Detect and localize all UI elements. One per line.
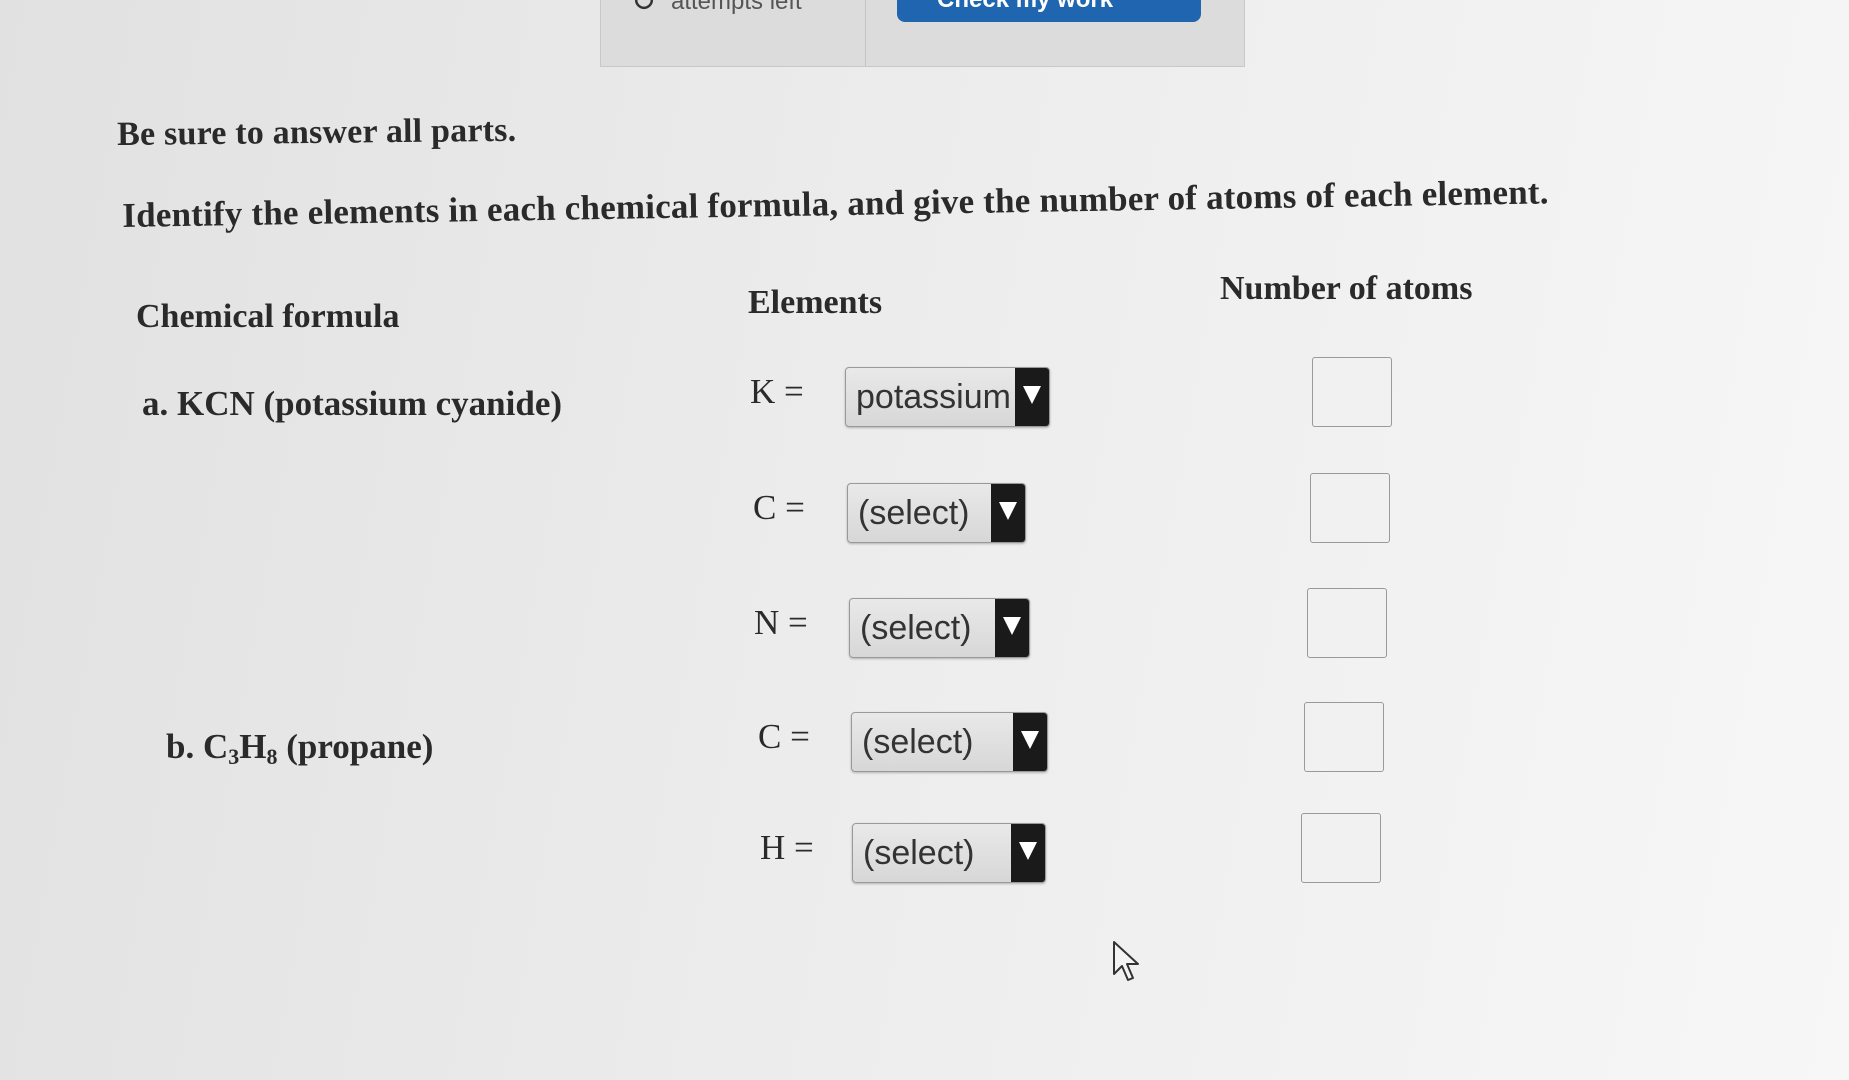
element-select-k-value: potassium [856, 378, 1011, 416]
element-select-n[interactable]: (select) [849, 598, 1030, 658]
formula-b-suffix: (propane) [277, 727, 434, 766]
retry-icon: ↻ [631, 0, 657, 19]
element-symbol-k: K = [750, 372, 804, 411]
element-select-h-value: (select) [863, 834, 975, 872]
formula-b-prefix: b. C [166, 727, 229, 766]
chevron-down-icon [995, 599, 1029, 657]
chevron-down-icon [1011, 824, 1045, 882]
column-header-atoms: Number of atoms [1220, 270, 1473, 307]
formula-b-subscript-hydrogen: 8 [266, 744, 278, 769]
formula-b-label: b. C3H8 (propane) [166, 727, 433, 770]
element-select-h[interactable]: (select) [852, 823, 1046, 883]
element-select-c-propane[interactable]: (select) [851, 712, 1048, 772]
check-my-work-label: Check my work [937, 0, 1113, 14]
element-select-c-propane-value: (select) [862, 723, 974, 761]
mouse-pointer-icon [1113, 941, 1139, 981]
formula-a-label: a. KCN (potassium cyanide) [142, 384, 563, 423]
element-select-n-value: (select) [860, 609, 972, 647]
atoms-input-h[interactable] [1301, 813, 1381, 883]
element-select-k[interactable]: potassium [845, 367, 1050, 427]
atoms-input-k[interactable] [1312, 357, 1392, 427]
formula-b-subscript-carbon: 3 [228, 744, 240, 769]
atoms-input-c[interactable] [1310, 473, 1390, 543]
element-symbol-c-propane: C = [758, 717, 810, 756]
chevron-down-icon [991, 484, 1025, 542]
element-select-c-value: (select) [858, 494, 970, 532]
chevron-down-icon [1013, 713, 1047, 771]
column-header-elements: Elements [748, 284, 883, 321]
element-symbol-h: H = [760, 828, 814, 867]
chevron-down-icon [1015, 368, 1049, 426]
element-select-c[interactable]: (select) [847, 483, 1026, 543]
top-toolbar: ↻ attempts left Check my work [600, 0, 1245, 67]
attempts-left-button[interactable]: ↻ attempts left [601, 0, 866, 66]
atoms-input-c-propane[interactable] [1304, 702, 1384, 772]
element-symbol-n: N = [754, 603, 808, 642]
element-symbol-c: C = [753, 488, 805, 527]
atoms-input-n[interactable] [1307, 588, 1387, 658]
check-my-work-button[interactable]: Check my work [897, 0, 1201, 22]
formula-b-hydrogen: H [239, 727, 267, 766]
column-header-formula: Chemical formula [136, 298, 400, 335]
question-prompt: Identify the elements in each chemical f… [122, 172, 1549, 235]
question-page: ↻ attempts left Check my work Be sure to… [0, 0, 1849, 1080]
answer-all-instruction: Be sure to answer all parts. [117, 111, 517, 153]
attempts-left-label: attempts left [671, 0, 802, 15]
